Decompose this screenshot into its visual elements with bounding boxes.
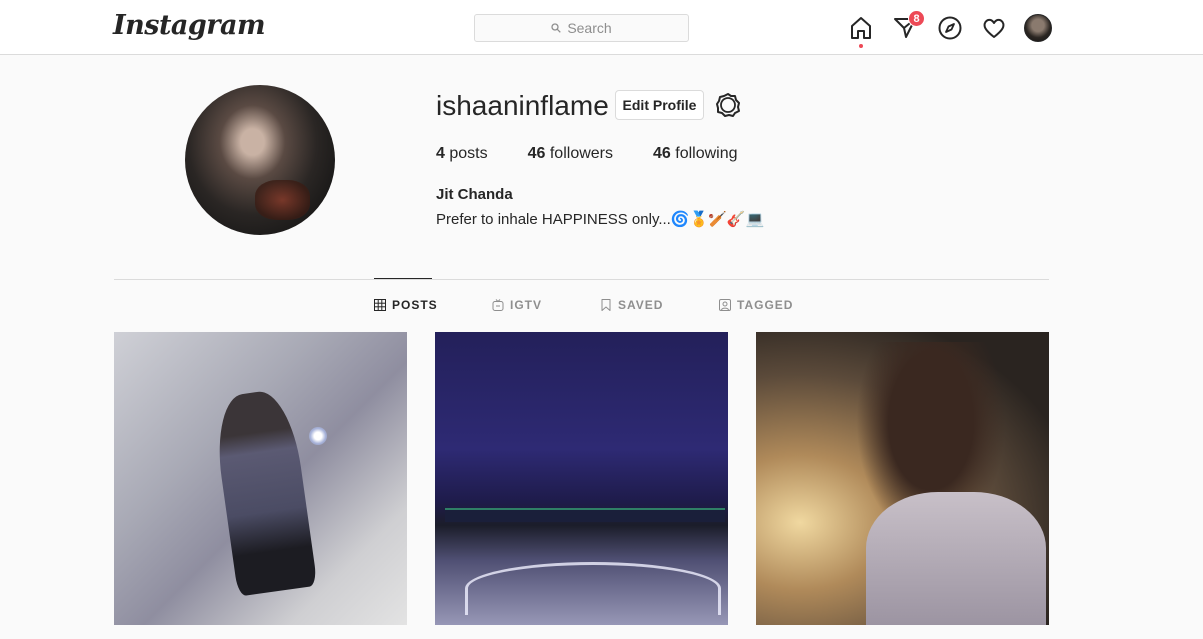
post-thumbnail[interactable]	[435, 332, 728, 625]
edit-profile-button[interactable]: Edit Profile	[615, 90, 704, 120]
search-icon	[551, 23, 562, 33]
tab-tagged[interactable]: TAGGED	[719, 298, 793, 312]
following-link[interactable]: 46 following	[653, 145, 738, 163]
tabs-divider	[114, 279, 1049, 280]
posts-count: 4 posts	[436, 145, 488, 162]
followers-link[interactable]: 46 followers	[528, 145, 613, 163]
tab-saved[interactable]: SAVED	[600, 298, 663, 312]
tab-label: IGTV	[510, 298, 543, 312]
profile-username: ishaaninflame	[436, 90, 609, 121]
post-thumbnail[interactable]	[756, 332, 1049, 625]
profile-avatar[interactable]	[185, 85, 335, 235]
top-navigation-bar: Instagram Search 8	[0, 0, 1203, 55]
tab-posts[interactable]: POSTS	[374, 298, 438, 312]
profile-bio: Prefer to inhale HAPPINESS only...🌀🏅🏏🎸💻	[436, 211, 765, 228]
tab-label: SAVED	[618, 298, 664, 312]
explore-compass-icon[interactable]	[937, 15, 963, 41]
tab-label: TAGGED	[737, 298, 794, 312]
activity-heart-icon[interactable]	[981, 15, 1007, 41]
profile-avatar-nav[interactable]	[1024, 14, 1052, 42]
profile-full-name: Jit Chanda	[436, 186, 513, 203]
active-tab-indicator	[374, 278, 432, 279]
settings-gear-icon[interactable]	[715, 92, 741, 118]
home-active-dot	[859, 44, 863, 48]
notification-badge: 8	[908, 10, 925, 27]
bookmark-icon	[601, 299, 611, 311]
igtv-icon	[492, 299, 504, 311]
tag-icon	[719, 299, 731, 311]
grid-icon	[374, 299, 386, 311]
tab-igtv[interactable]: IGTV	[492, 298, 542, 312]
search-input[interactable]: Search	[474, 14, 689, 42]
post-thumbnail[interactable]	[114, 332, 407, 625]
tab-label: POSTS	[392, 298, 438, 312]
search-placeholder: Search	[567, 20, 612, 36]
home-icon[interactable]	[848, 15, 874, 41]
instagram-logo[interactable]: Instagram	[113, 10, 266, 41]
profile-stats: 4 posts 46 followers 46 following	[436, 145, 778, 163]
